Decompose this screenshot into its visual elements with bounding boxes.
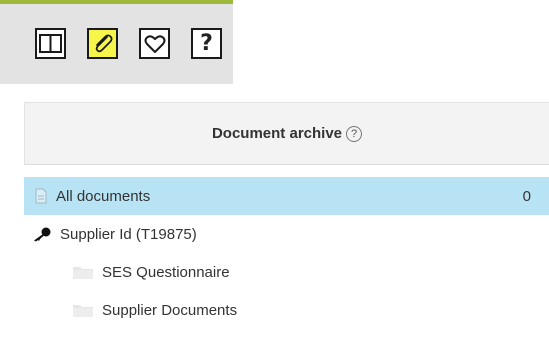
document-archive-panel: Document archive ? All documents 0 Suppl… [24,102,549,359]
heart-icon [144,34,165,53]
folder-label: Supplier Documents [102,301,238,319]
tree-item-supplier[interactable]: Supplier Id (T19875) [24,215,549,253]
folder-label: SES Questionnaire [102,263,230,281]
archive-header: Document archive ? [24,102,549,165]
archive-title: Document archive [211,125,343,142]
tree-item-folder[interactable]: Supplier Documents [24,291,549,329]
all-documents-count: 0 [522,187,531,205]
favorite-button[interactable] [139,28,170,59]
help-icon: ? [200,30,213,56]
document-icon [34,188,48,204]
key-icon [32,226,52,242]
paperclip-icon [95,34,112,52]
attachments-button[interactable] [87,28,118,59]
split-view-button[interactable] [35,28,66,59]
tree-item-all-documents[interactable]: All documents 0 [24,177,549,215]
toolbar: ? [0,0,233,84]
folder-icon [72,302,94,318]
archive-help-icon[interactable]: ? [346,125,363,142]
all-documents-label: All documents [56,187,151,205]
tree-item-folder[interactable]: SES Questionnaire [24,253,549,291]
help-button[interactable]: ? [191,28,222,59]
split-view-icon [39,34,62,53]
folder-icon [72,264,94,280]
supplier-label: Supplier Id (T19875) [60,225,197,243]
